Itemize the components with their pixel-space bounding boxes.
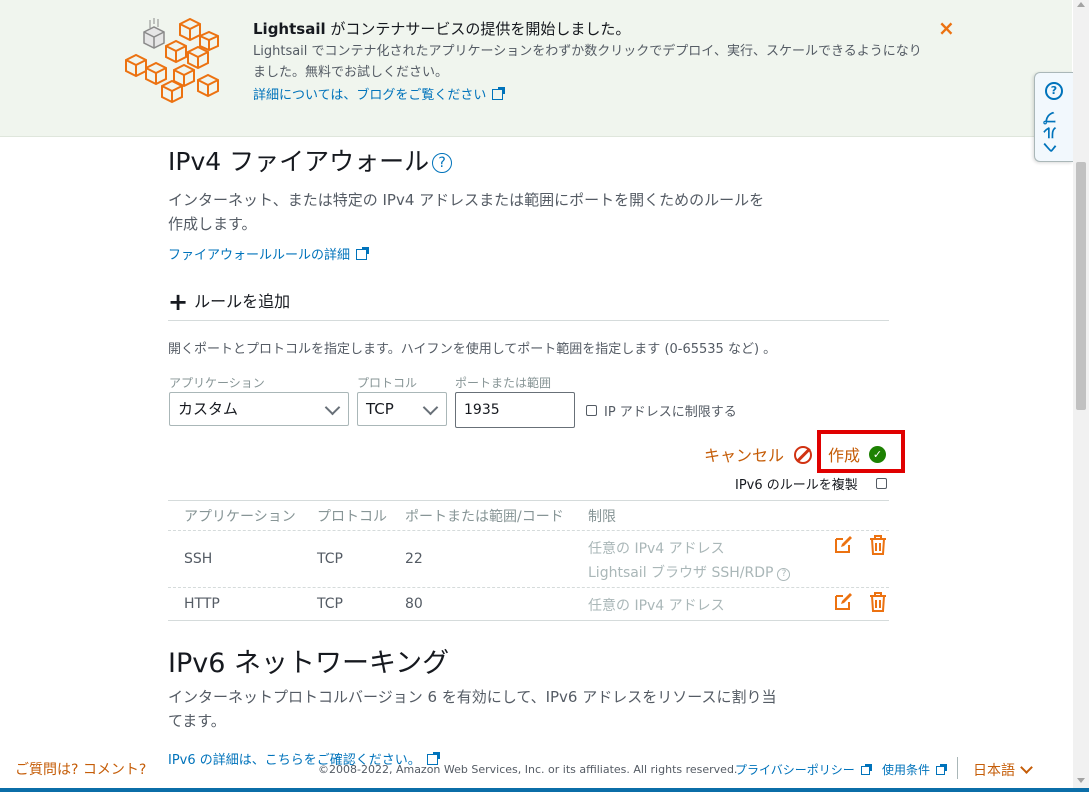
containers-illustration (125, 18, 219, 104)
ipv6-description: インターネットプロトコルバージョン 6 を有効にして、IPv6 アドレスをリソー… (168, 688, 777, 730)
banner-blog-link[interactable]: 詳細については、ブログをご覧ください (253, 84, 506, 103)
external-link-icon (860, 764, 872, 775)
terms-of-use-link[interactable]: 使用条件 (882, 761, 948, 778)
scroll-up-arrow-icon[interactable] (1077, 2, 1085, 7)
divider (168, 320, 889, 321)
help-tab[interactable]: ? ヘルプ (1034, 72, 1073, 162)
language-selector[interactable]: 日本語 (973, 760, 1015, 780)
ipv4-description: インターネット、または特定の IPv4 アドレスまたは範囲にポートを開くためのル… (168, 191, 765, 233)
cell-protocol: TCP (317, 551, 343, 567)
table-header-protocol: プロトコル (317, 509, 387, 525)
duplicate-ipv6-label: IPv6 のルールを複製 (735, 478, 858, 493)
cell-restriction-detail: Lightsail ブラウザ SSH/RDP? (588, 562, 791, 582)
row-divider (168, 587, 889, 588)
chevron-down-icon (324, 399, 341, 416)
table-header-restriction: 制限 (588, 509, 616, 525)
checkmark-icon[interactable]: ✓ (869, 446, 886, 463)
table-bottom-divider (168, 620, 889, 621)
port-label: ポートまたは範囲 (455, 376, 552, 390)
help-icon: ? (1045, 82, 1063, 100)
question-icon[interactable]: ? (432, 153, 453, 173)
question-icon[interactable]: ? (777, 568, 791, 581)
scrollbar[interactable] (1073, 0, 1089, 792)
cell-protocol: TCP (317, 596, 343, 612)
feedback-link[interactable]: ご質問は? コメント? (15, 759, 146, 779)
banner-description: Lightsail でコンテナ化されたアプリケーションをわずか数クリックでデプロ… (253, 44, 922, 80)
duplicate-ipv6-checkbox[interactable] (876, 478, 887, 489)
trash-icon[interactable] (869, 592, 887, 612)
ipv4-firewall-heading: IPv4 ファイアウォール? (168, 142, 453, 178)
cancel-button[interactable]: キャンセル (704, 442, 784, 466)
application-select[interactable]: カスタム (169, 392, 349, 426)
edit-icon[interactable] (834, 593, 852, 611)
chevron-down-icon (422, 399, 439, 416)
privacy-policy-link[interactable]: プライバシーポリシー (735, 761, 872, 778)
protocol-select[interactable]: TCP (357, 392, 447, 426)
close-icon[interactable]: × (938, 16, 955, 40)
external-link-icon (492, 87, 506, 100)
add-rule-button[interactable]: + ルールを追加 (168, 288, 290, 316)
chevron-down-icon[interactable] (1020, 761, 1033, 774)
create-button[interactable]: 作成 (828, 442, 860, 466)
restrict-ip-label: IP アドレスに制限する (604, 405, 737, 420)
scrollbar-thumb[interactable] (1076, 162, 1086, 410)
trash-icon[interactable] (869, 535, 887, 555)
cell-application: HTTP (184, 596, 220, 612)
external-link-icon (356, 247, 370, 260)
bottom-edge (0, 788, 1089, 792)
ipv6-networking-heading: IPv6 ネットワーキング (168, 648, 450, 679)
cell-port: 80 (405, 596, 423, 612)
firewall-rules-details-link[interactable]: ファイアウォールルールの詳細 (168, 244, 370, 263)
protocol-label: プロトコル (357, 376, 418, 390)
table-header-application: アプリケーション (184, 509, 296, 525)
port-protocol-hint: 開くポートとプロトコルを指定します。ハイフンを使用してポート範囲を指定します (… (168, 342, 777, 357)
table-header-port: ポートまたは範囲/コード (405, 509, 564, 525)
table-top-divider (168, 500, 889, 501)
help-label: ヘルプ (1043, 110, 1059, 155)
cell-port: 22 (405, 551, 423, 567)
cell-restriction: 任意の IPv4 アドレス (588, 541, 725, 557)
application-label: アプリケーション (169, 376, 265, 390)
edit-icon[interactable] (834, 536, 852, 554)
footer-separator (957, 757, 958, 779)
cell-application: SSH (184, 551, 213, 567)
scroll-down-arrow-icon[interactable] (1077, 778, 1085, 783)
cell-restriction: 任意の IPv4 アドレス (588, 598, 725, 614)
restrict-ip-checkbox[interactable] (586, 405, 597, 416)
external-link-icon (936, 764, 948, 775)
announcement-banner: Lightsail がコンテナサービスの提供を開始しました。 Lightsail… (0, 0, 1072, 137)
row-divider (168, 530, 889, 531)
copyright-text: ©2008-2022, Amazon Web Services, Inc. or… (318, 763, 738, 776)
port-range-input[interactable] (455, 392, 575, 428)
plus-icon: + (168, 288, 189, 316)
cancel-icon[interactable] (794, 446, 812, 464)
banner-title: Lightsail がコンテナサービスの提供を開始しました。 (253, 20, 631, 38)
